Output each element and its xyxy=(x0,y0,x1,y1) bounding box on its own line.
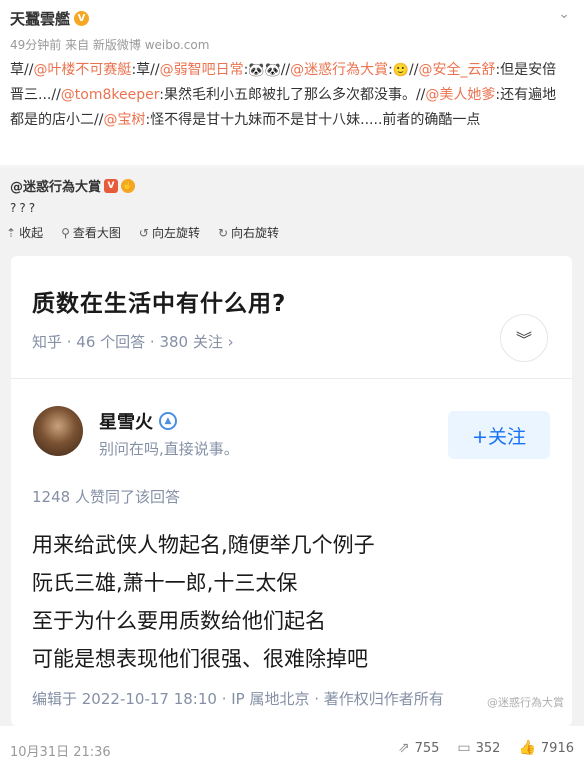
post-text: :怪不得是甘十九妹而不是甘十八妹.....前者的确酷一点 xyxy=(145,112,481,128)
mention-link[interactable]: @安全_云舒 xyxy=(418,62,495,78)
post-text: 草// xyxy=(10,62,34,78)
repost-author-row: @迷惑行為大賞 V ✋ xyxy=(10,176,136,195)
watermark: @迷惑行為大賞 xyxy=(487,696,564,709)
question-meta: 知乎 · 46 个回答 · 380 关注 › xyxy=(32,333,234,351)
repost-text: ??? xyxy=(10,201,39,215)
post-stats: ⇗ 755 ▭ 352 👍 7916 xyxy=(398,740,574,756)
like-button[interactable]: 👍 7916 xyxy=(518,740,574,756)
triangle-badge-icon: ▲ xyxy=(159,412,177,430)
collapse-icon: ⇡ xyxy=(6,225,17,240)
thumbs-up-icon: 👍 xyxy=(518,740,536,756)
post-text: :草// xyxy=(131,62,160,78)
rotate-right-label: 向右旋转 xyxy=(231,226,280,240)
collapse-button[interactable]: ⇡ 收起 xyxy=(6,224,43,241)
comment-icon: ▭ xyxy=(457,740,471,756)
answer-line: 阮氏三雄,萧十一郎,十三太保 xyxy=(32,571,298,595)
answer-line: 用来给武侠人物起名,随便举几个例子 xyxy=(32,533,375,557)
repost-v-badge-icon: V xyxy=(104,178,119,193)
mention-link[interactable]: @弱智吧日常 xyxy=(160,62,244,78)
post-author-name[interactable]: 天蠶雲艦 xyxy=(10,8,70,29)
view-large-label: 查看大图 xyxy=(72,226,121,240)
answer-line: 至于为什么要用质数给他们起名 xyxy=(32,609,326,633)
repost-author-name[interactable]: @迷惑行為大賞 xyxy=(10,176,101,195)
mention-link[interactable]: @宝树 xyxy=(103,112,145,128)
mention-link[interactable]: @美人她爹 xyxy=(425,87,495,103)
repost-hand-badge-icon: ✋ xyxy=(121,178,136,193)
repost-count: 755 xyxy=(414,740,440,756)
repost-icon: ⇗ xyxy=(397,740,410,756)
post-content: 草//@叶楼不可赛艇:草//@弱智吧日常:🐼🐼//@迷惑行為大賞:🙂//@安全_… xyxy=(10,58,570,133)
post-author-row: 天蠶雲艦 V xyxy=(10,8,90,29)
search-icon: ⚲ xyxy=(61,225,70,240)
answerer-bio: 别问在吗,直接说事。 xyxy=(99,440,239,458)
rotate-right-icon: ↻ xyxy=(217,225,229,240)
image-toolbar: ⇡ 收起 ⚲ 查看大图 ↺ 向左旋转 ↻ 向右旋转 xyxy=(6,224,279,241)
double-chevron-down-icon: ︾ xyxy=(515,330,532,349)
verified-badge-icon: V xyxy=(74,11,90,26)
upvote-count: 1248 人赞同了该回答 xyxy=(32,488,180,506)
view-large-button[interactable]: ⚲ 查看大图 xyxy=(61,224,121,241)
emoji-icon: 🙂 xyxy=(392,63,410,78)
like-count: 7916 xyxy=(540,740,574,756)
collapse-label: 收起 xyxy=(19,226,44,240)
rotate-left-button[interactable]: ↺ 向左旋转 xyxy=(139,224,200,241)
rotate-left-label: 向左旋转 xyxy=(151,226,200,240)
mention-link[interactable]: @tom8keeper xyxy=(61,87,159,103)
repost-button[interactable]: ⇗ 755 xyxy=(398,740,440,756)
answer-body: 用来给武侠人物起名,随便举几个例子 阮氏三雄,萧十一郎,十三太保 至于为什么要用… xyxy=(32,526,375,678)
divider xyxy=(11,378,572,379)
expand-button: ︾ xyxy=(500,314,548,362)
post-meta: 49分钟前 来自 新版微博 weibo.com xyxy=(10,38,210,52)
avatar xyxy=(33,406,83,456)
rotate-right-button[interactable]: ↻ 向右旋转 xyxy=(218,224,279,241)
more-options-icon[interactable]: ⌄ xyxy=(558,6,570,22)
emoji-icon: 🐼🐼 xyxy=(248,63,281,78)
answerer-name-row: 星雪火 ▲ xyxy=(99,408,177,434)
post-text: // xyxy=(280,62,291,78)
reposted-post: @迷惑行為大賞 V ✋ ??? ⇡ 收起 ⚲ 查看大图 ↺ 向左旋转 ↻ 向右旋… xyxy=(0,168,584,726)
edit-info: 编辑于 2022-10-17 18:10 · IP 属地北京 · 著作权归作者所… xyxy=(32,690,444,708)
rotate-left-icon: ↺ xyxy=(138,225,149,240)
post-text: :果然毛利小五郎被扎了那么多次都没事。// xyxy=(159,87,426,103)
repost-footer: 10月31日 21:36 ⇗ 755 ▭ 352 👍 7916 xyxy=(0,726,584,769)
comment-count: 352 xyxy=(475,740,501,756)
answerer-name: 星雪火 xyxy=(99,412,153,433)
post-date: 10月31日 21:36 xyxy=(10,745,111,760)
question-title: 质数在生活中有什么用? xyxy=(32,291,287,317)
follow-button: +关注 xyxy=(448,411,550,459)
answer-line: 可能是想表现他们很强、很难除掉吧 xyxy=(32,647,368,671)
zhihu-screenshot-image[interactable]: 质数在生活中有什么用? 知乎 · 46 个回答 · 380 关注 › ︾ 星雪火… xyxy=(11,256,572,726)
mention-link[interactable]: @叶楼不可赛艇 xyxy=(33,62,131,78)
mention-link[interactable]: @迷惑行為大賞 xyxy=(290,62,388,78)
weibo-post: 天蠶雲艦 V ⌄ 49分钟前 来自 新版微博 weibo.com 草//@叶楼不… xyxy=(0,0,584,165)
comment-button[interactable]: ▭ 352 xyxy=(457,740,500,756)
